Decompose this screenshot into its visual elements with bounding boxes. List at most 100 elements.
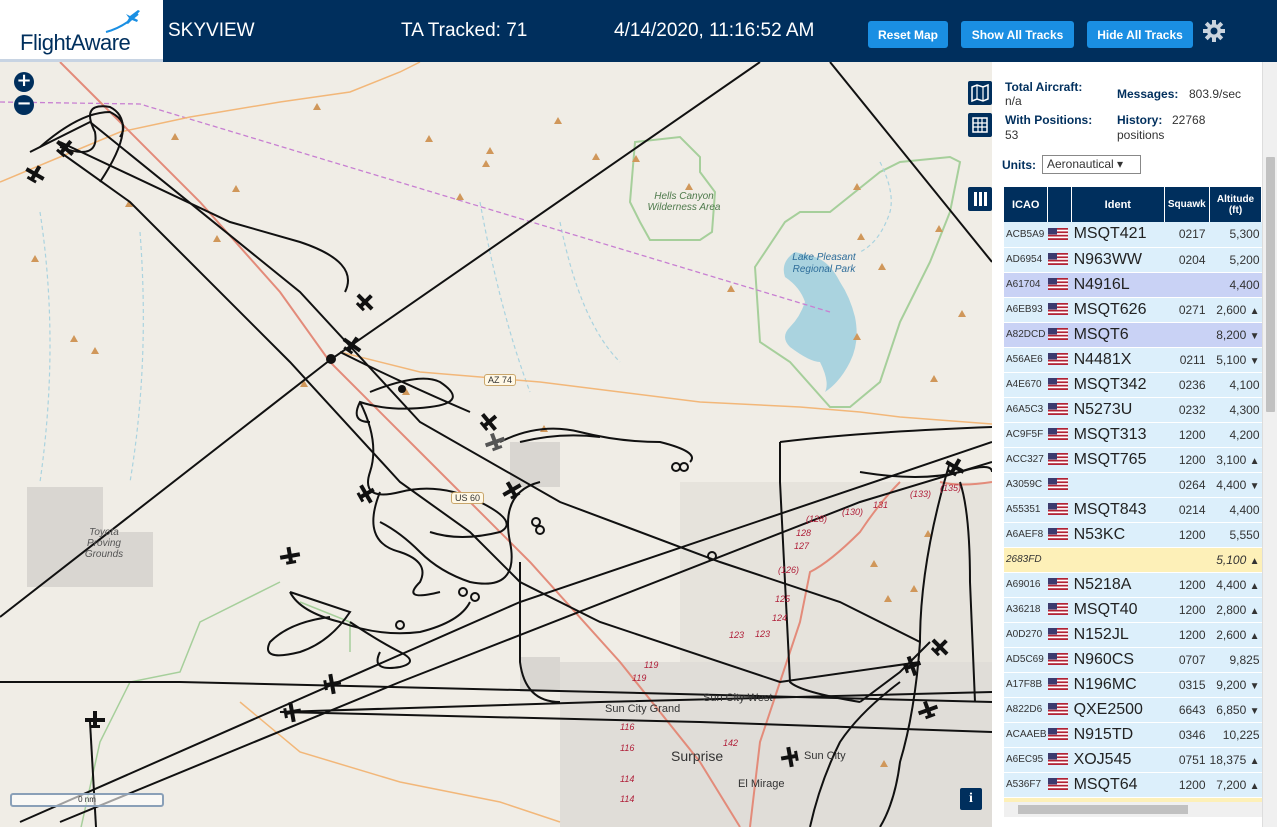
top-bar: FlightAware SKYVIEW TA Tracked: 71 4/14/… <box>0 0 1277 62</box>
table-row[interactable]: A56AE6 N4481X 0211 5,100 ▼ <box>1004 347 1262 373</box>
table-row[interactable]: A17F8B N196MC 0315 9,200 ▼ <box>1004 672 1262 698</box>
cell-squawk: 1200 <box>1164 447 1210 473</box>
cell-altitude: 5,100 ▲ <box>1209 547 1262 573</box>
cell-icao: A822D6 <box>1004 697 1048 723</box>
altitude-value: 3,100 <box>1216 452 1247 467</box>
table-row[interactable]: ACC327 MSQT765 1200 3,100 ▲ <box>1004 447 1262 473</box>
table-row[interactable]: AD6954 N963WW 0204 5,200 <box>1004 247 1262 273</box>
cell-flag <box>1047 522 1072 548</box>
table-row[interactable]: AC9F5F MSQT313 1200 4,200 <box>1004 422 1262 448</box>
table-row[interactable]: A55351 MSQT843 0214 4,400 <box>1004 497 1262 523</box>
cell-icao: A3059C <box>1004 472 1048 498</box>
cell-squawk <box>1164 322 1210 348</box>
map-grid-button[interactable] <box>968 113 992 137</box>
toggle-sidebar-button[interactable] <box>968 187 992 211</box>
hide-all-tracks-button[interactable]: Hide All Tracks <box>1087 21 1193 48</box>
table-row[interactable]: A822D6 QXE2500 6643 6,850 ▼ <box>1004 697 1262 723</box>
zoom-out-button[interactable]: − <box>14 95 34 115</box>
grid-icon <box>972 117 988 133</box>
cell-squawk: 0751 <box>1164 747 1210 773</box>
zoom-in-button[interactable]: + <box>14 72 34 92</box>
current-datetime: 4/14/2020, 11:16:52 AM <box>614 20 815 41</box>
sidebar-vertical-scrollbar[interactable] <box>1262 62 1277 827</box>
table-row[interactable]: A6EB93 MSQT626 0271 2,600 ▲ <box>1004 297 1262 323</box>
table-horizontal-scrollbar[interactable] <box>1004 802 1262 817</box>
table-row[interactable]: ACAAEB N915TD 0346 10,225 <box>1004 722 1262 748</box>
map-view[interactable]: + − Hells Canyon Wilderness Area Lake Pl… <box>0 62 992 827</box>
altitude-value: 4,400 <box>1216 577 1247 592</box>
column-header-flag[interactable] <box>1047 187 1073 222</box>
altitude-value: 4,300 <box>1229 402 1260 417</box>
table-row[interactable]: A536F7 MSQT64 1200 7,200 ▲ <box>1004 772 1262 798</box>
horizontal-scroll-thumb[interactable] <box>1018 805 1188 814</box>
table-row[interactable]: A3059C 0264 4,400 ▼ <box>1004 472 1262 498</box>
column-header-altitude[interactable]: Altitude (ft) <box>1209 187 1262 222</box>
column-header-icao[interactable]: ICAO <box>1004 187 1049 222</box>
cell-altitude: 5,300 <box>1209 222 1262 248</box>
cell-icao: AC9F5F <box>1004 422 1048 448</box>
vertical-scroll-thumb[interactable] <box>1266 157 1275 412</box>
cell-flag <box>1047 722 1072 748</box>
map-icon <box>971 83 989 103</box>
us-flag-icon <box>1047 728 1068 741</box>
cell-flag <box>1047 247 1072 273</box>
cell-flag <box>1047 347 1072 373</box>
altitude-value: 2,600 <box>1216 627 1247 642</box>
road-number: 131 <box>873 500 889 510</box>
cell-altitude: 3,100 ▲ <box>1209 447 1262 473</box>
altitude-value: 5,300 <box>1229 227 1260 242</box>
us-flag-icon <box>1047 378 1068 391</box>
history-label: History: <box>1117 113 1163 127</box>
label-sun-city-grand: Sun City Grand <box>605 703 681 715</box>
table-row[interactable]: 2683FD 5,100 ▲ <box>1004 547 1262 573</box>
us-flag-icon <box>1047 503 1068 516</box>
table-row[interactable]: A82DCD MSQT6 8,200 ▼ <box>1004 322 1262 348</box>
cell-flag <box>1047 272 1072 298</box>
altitude-value: 10,225 <box>1222 727 1260 742</box>
column-header-squawk[interactable]: Squawk <box>1164 187 1211 222</box>
map-canvas[interactable] <box>0 62 992 827</box>
table-row[interactable]: A69016 N5218A 1200 4,400 ▲ <box>1004 572 1262 598</box>
cell-ident: N53KC <box>1071 522 1165 548</box>
table-row[interactable]: A61704 N4916L 4,400 <box>1004 272 1262 298</box>
table-row[interactable]: A4E670 MSQT342 0236 4,100 <box>1004 372 1262 398</box>
table-row[interactable]: A6A5C3 N5273U 0232 4,300 <box>1004 397 1262 423</box>
units-select[interactable]: Aeronautical ▾ <box>1042 155 1141 174</box>
altitude-value: 6,850 <box>1216 702 1247 717</box>
info-button[interactable]: i <box>960 788 982 810</box>
cell-squawk: 0204 <box>1164 247 1210 273</box>
cell-squawk: 1200 <box>1164 522 1210 548</box>
cell-ident: MSQT843 <box>1071 497 1165 523</box>
label-sun-city-west: Sun City West <box>703 692 773 704</box>
table-row[interactable]: A6AEF8 N53KC 1200 5,550 <box>1004 522 1262 548</box>
cell-ident: N196MC <box>1071 672 1165 698</box>
cell-altitude: 4,300 <box>1209 397 1262 423</box>
cell-icao: A56AE6 <box>1004 347 1048 373</box>
altitude-trend-icon: ▼ <box>1249 355 1260 367</box>
road-number: (135) <box>940 483 962 493</box>
table-row[interactable]: A0D270 N152JL 1200 2,600 ▲ <box>1004 622 1262 648</box>
altitude-value: 4,200 <box>1229 427 1260 442</box>
column-header-ident[interactable]: Ident <box>1071 187 1165 222</box>
road-number: 114 <box>620 774 635 784</box>
map-layers-button[interactable] <box>968 81 992 105</box>
cell-squawk: 0707 <box>1164 647 1210 673</box>
gear-icon[interactable] <box>1202 19 1226 43</box>
cell-ident: N915TD <box>1071 722 1165 748</box>
cell-ident <box>1071 472 1165 498</box>
cell-ident: MSQT64 <box>1071 772 1165 798</box>
table-row[interactable]: AD5C69 N960CS 0707 9,825 <box>1004 647 1262 673</box>
show-all-tracks-button[interactable]: Show All Tracks <box>961 21 1074 48</box>
cell-altitude: 4,400 ▼ <box>1209 472 1262 498</box>
table-row[interactable]: A6EC95 XOJ545 0751 18,375 ▲ <box>1004 747 1262 773</box>
flightaware-logo[interactable]: FlightAware <box>0 0 163 62</box>
reset-map-button[interactable]: Reset Map <box>868 21 948 48</box>
us-flag-icon <box>1047 653 1068 666</box>
altitude-trend-icon: ▼ <box>1249 680 1260 692</box>
us-flag-icon <box>1047 328 1068 341</box>
cell-squawk: 1200 <box>1164 622 1210 648</box>
cell-icao: ACC327 <box>1004 447 1048 473</box>
cell-icao: AD5C69 <box>1004 647 1048 673</box>
table-row[interactable]: A36218 MSQT40 1200 2,800 ▲ <box>1004 597 1262 623</box>
table-row[interactable]: ACB5A9 MSQT421 0217 5,300 <box>1004 222 1262 248</box>
